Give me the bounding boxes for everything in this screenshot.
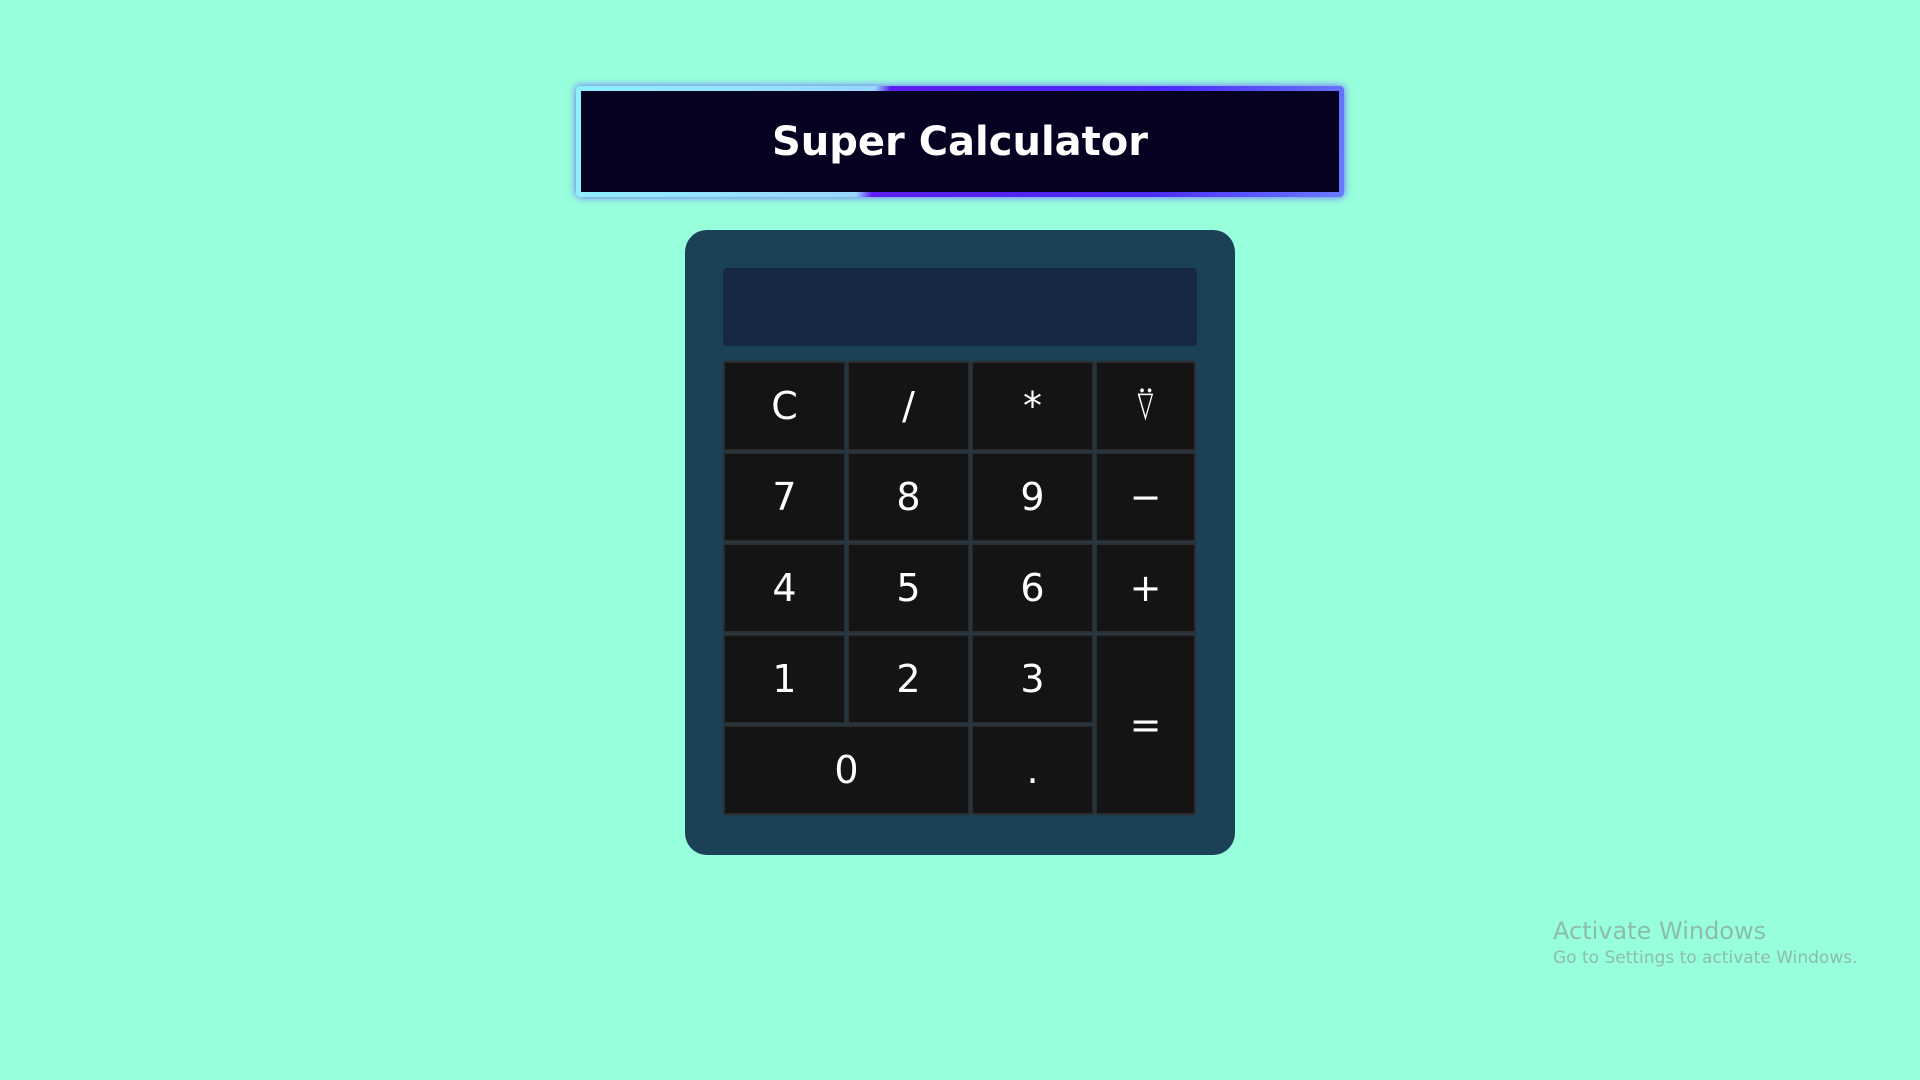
- watermark-title: Activate Windows: [1553, 917, 1767, 945]
- clear-button[interactable]: C: [723, 361, 846, 451]
- backspace-button[interactable]: ⍢: [1095, 361, 1196, 451]
- digit-1-button[interactable]: 1: [723, 634, 846, 724]
- digit-0-button[interactable]: 0: [723, 725, 970, 815]
- watermark-subtitle: Go to Settings to activate Windows.: [1553, 948, 1858, 968]
- title-banner: Super Calculator: [576, 86, 1344, 197]
- digit-8-button[interactable]: 8: [847, 452, 970, 542]
- equals-button[interactable]: =: [1095, 634, 1196, 815]
- calculator-display[interactable]: [723, 268, 1197, 346]
- digit-5-button[interactable]: 5: [847, 543, 970, 633]
- activate-windows-watermark: Activate Windows Go to Settings to activ…: [1553, 916, 1858, 970]
- decimal-button[interactable]: .: [971, 725, 1094, 815]
- digit-6-button[interactable]: 6: [971, 543, 1094, 633]
- digit-4-button[interactable]: 4: [723, 543, 846, 633]
- digit-3-button[interactable]: 3: [971, 634, 1094, 724]
- page-title: Super Calculator: [772, 118, 1148, 165]
- subtract-button[interactable]: −: [1095, 452, 1196, 542]
- digit-2-button[interactable]: 2: [847, 634, 970, 724]
- divide-button[interactable]: /: [847, 361, 970, 451]
- calculator: C / * ⍢ 7 8 9 − 4 5 6 + 1 2 3 = 0 .: [685, 230, 1235, 855]
- multiply-button[interactable]: *: [971, 361, 1094, 451]
- add-button[interactable]: +: [1095, 543, 1196, 633]
- keypad: C / * ⍢ 7 8 9 − 4 5 6 + 1 2 3 = 0 .: [723, 361, 1197, 816]
- digit-7-button[interactable]: 7: [723, 452, 846, 542]
- digit-9-button[interactable]: 9: [971, 452, 1094, 542]
